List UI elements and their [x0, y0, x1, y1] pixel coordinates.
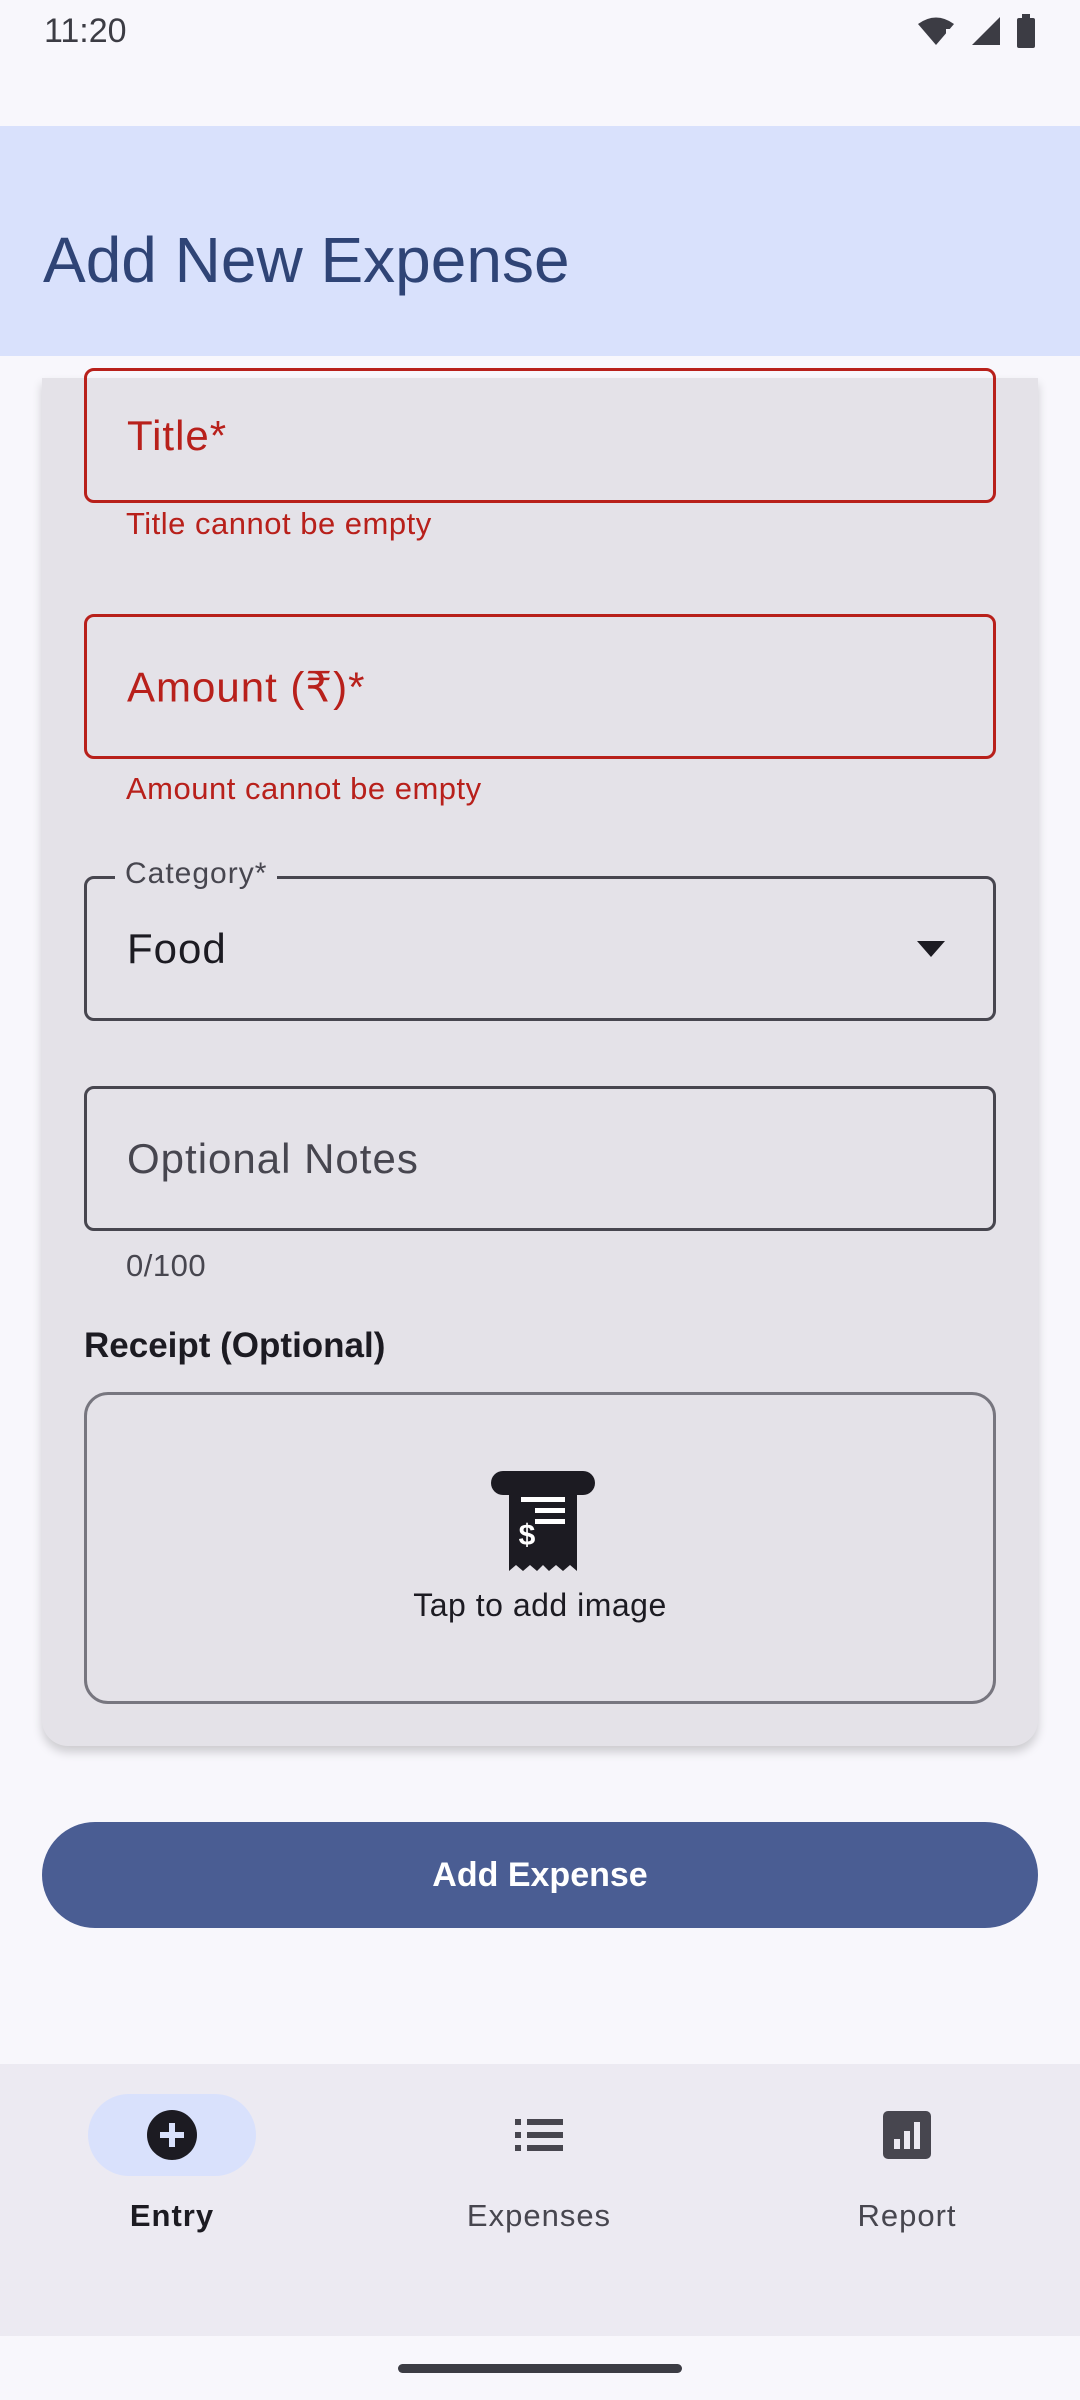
amount-error-text: Amount cannot be empty — [126, 771, 482, 806]
add-expense-button[interactable]: Add Expense — [42, 1822, 1038, 1928]
notes-char-counter: 0/100 — [126, 1248, 207, 1283]
signal-icon — [972, 17, 1000, 45]
receipt-action-text: Tap to add image — [413, 1587, 667, 1623]
add-circle-icon — [147, 2110, 197, 2160]
page-title: Add New Expense — [43, 224, 570, 296]
receipt-icon: $ — [491, 1471, 595, 1571]
nav-label-expenses: Expenses — [466, 2198, 612, 2233]
title-label: Title* — [127, 411, 228, 459]
dropdown-arrow-icon[interactable] — [917, 940, 945, 957]
title-error-text: Title cannot be empty — [126, 506, 432, 541]
category-value: Food — [127, 924, 227, 972]
status-time: 11:20 — [44, 11, 127, 50]
receipt-section-label: Receipt (Optional) — [84, 1326, 386, 1365]
wifi-icon — [918, 17, 954, 45]
nav-item-expenses[interactable]: Expenses — [409, 2094, 669, 2244]
amount-input[interactable]: Amount (₹)* — [84, 614, 996, 759]
notes-input[interactable]: Optional Notes — [84, 1086, 996, 1231]
battery-icon — [1017, 14, 1035, 48]
list-icon — [515, 2119, 563, 2151]
status-bar: 11:20 — [0, 0, 1080, 62]
expense-form-card: Title* Title cannot be empty Amount (₹)*… — [42, 368, 1038, 1746]
home-indicator[interactable] — [398, 2364, 682, 2373]
category-dropdown[interactable]: Category* Food — [84, 857, 996, 1021]
nav-item-entry[interactable]: Entry — [42, 2094, 302, 2244]
category-label: Category* — [115, 857, 278, 891]
nav-label-entry: Entry — [129, 2198, 215, 2233]
bottom-navigation: Entry Expenses Report — [0, 2064, 1080, 2336]
title-input[interactable]: Title* — [84, 368, 996, 503]
nav-active-indicator — [88, 2094, 256, 2176]
amount-label: Amount (₹)* — [127, 663, 366, 710]
nav-label-report: Report — [857, 2198, 957, 2233]
status-icons — [916, 14, 1036, 48]
receipt-image-picker[interactable]: $ Tap to add image — [84, 1392, 996, 1704]
notes-placeholder: Optional Notes — [127, 1134, 419, 1182]
bar-chart-icon — [883, 2111, 931, 2159]
svg-text:$: $ — [519, 1519, 536, 1552]
nav-item-report[interactable]: Report — [777, 2094, 1037, 2244]
